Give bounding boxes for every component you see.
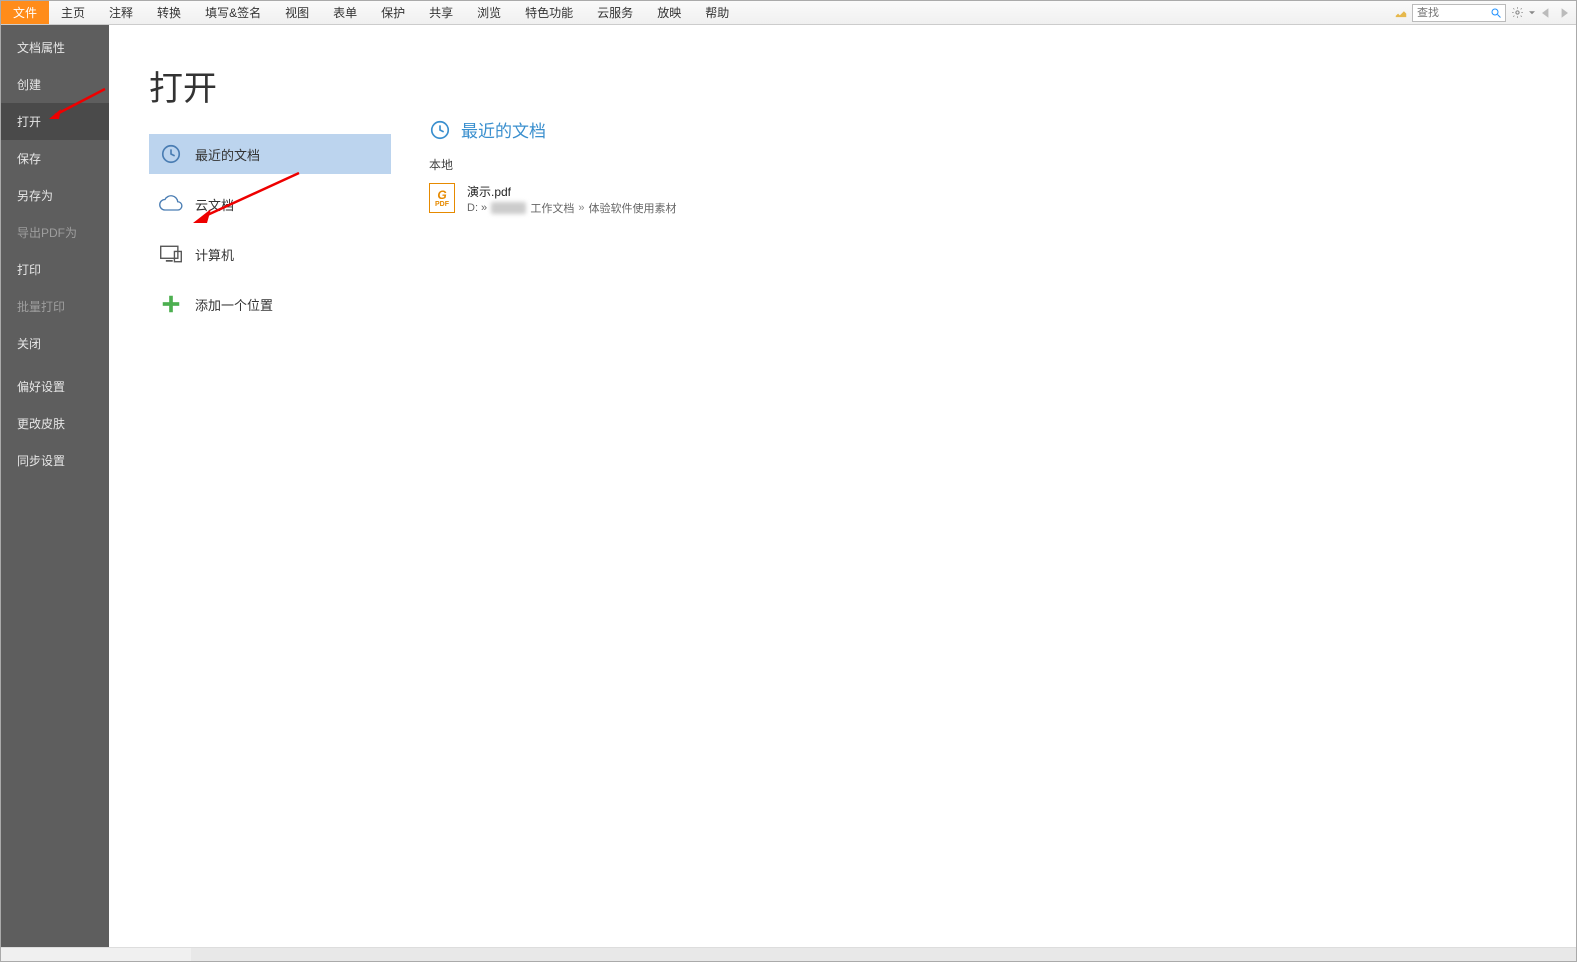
sidebar-item-8[interactable]: 关闭 bbox=[1, 325, 109, 362]
menu-tab-7[interactable]: 保护 bbox=[369, 1, 417, 24]
highlight-icon[interactable] bbox=[1392, 4, 1410, 22]
menu-tab-10[interactable]: 特色功能 bbox=[513, 1, 585, 24]
file-text: 演示.pdf D: » ████ 工作文档 » 体验软件使用素材 bbox=[467, 183, 677, 216]
location-label: 最近的文档 bbox=[195, 145, 260, 164]
menu-tab-6[interactable]: 表单 bbox=[321, 1, 369, 24]
recent-file-item[interactable]: GPDF 演示.pdf D: » ████ 工作文档 » 体验软件使用素材 bbox=[429, 179, 1536, 220]
sidebar-item-6[interactable]: 打印 bbox=[1, 251, 109, 288]
plus-icon bbox=[159, 292, 183, 316]
sidebar-item-3[interactable]: 保存 bbox=[1, 140, 109, 177]
menubar-spacer bbox=[741, 1, 1392, 24]
sidebar-item-7: 批量打印 bbox=[1, 288, 109, 325]
path-segment: D: » bbox=[467, 202, 487, 214]
search-box[interactable] bbox=[1412, 4, 1506, 22]
sidebar-item-4[interactable]: 另存为 bbox=[1, 177, 109, 214]
section-heading: 最近的文档 bbox=[429, 117, 1536, 142]
path-segment: 体验软件使用素材 bbox=[589, 200, 677, 216]
menu-tab-3[interactable]: 转换 bbox=[145, 1, 193, 24]
open-locations-panel: 打开 最近的文档 云文档 计算机 bbox=[109, 25, 399, 947]
nav-next-icon[interactable] bbox=[1556, 8, 1572, 18]
location-computer[interactable]: 计算机 bbox=[149, 234, 391, 274]
search-icon[interactable] bbox=[1487, 5, 1505, 21]
nav-prev-icon[interactable] bbox=[1538, 8, 1554, 18]
path-separator-icon: » bbox=[578, 202, 584, 214]
pdf-file-icon: GPDF bbox=[429, 183, 455, 213]
dropdown-icon[interactable] bbox=[1528, 4, 1536, 22]
file-name: 演示.pdf bbox=[467, 183, 677, 200]
location-label: 计算机 bbox=[195, 245, 234, 264]
sidebar-item-1[interactable]: 创建 bbox=[1, 66, 109, 103]
recent-documents-panel: 最近的文档 本地 GPDF 演示.pdf D: » ████ 工作文档 » 体验… bbox=[399, 25, 1576, 947]
sidebar-item-0[interactable]: 文档属性 bbox=[1, 29, 109, 66]
group-label: 本地 bbox=[429, 156, 1536, 173]
menubar: 文件主页注释转换填写&签名视图表单保护共享浏览特色功能云服务放映帮助 bbox=[1, 1, 1576, 25]
sidebar-item-11[interactable]: 同步设置 bbox=[1, 442, 109, 479]
menu-tab-4[interactable]: 填写&签名 bbox=[193, 1, 273, 24]
menu-tab-12[interactable]: 放映 bbox=[645, 1, 693, 24]
sidebar-item-9[interactable]: 偏好设置 bbox=[1, 368, 109, 405]
sidebar-item-10[interactable]: 更改皮肤 bbox=[1, 405, 109, 442]
sidebar-item-2[interactable]: 打开 bbox=[1, 103, 109, 140]
menu-tab-2[interactable]: 注释 bbox=[97, 1, 145, 24]
menu-tab-13[interactable]: 帮助 bbox=[693, 1, 741, 24]
horizontal-scrollbar[interactable] bbox=[1, 947, 1576, 961]
location-recent[interactable]: 最近的文档 bbox=[149, 134, 391, 174]
sidebar-item-5: 导出PDF为 bbox=[1, 214, 109, 251]
gear-icon[interactable] bbox=[1508, 4, 1526, 22]
location-label: 添加一个位置 bbox=[195, 295, 273, 314]
menu-tab-1[interactable]: 主页 bbox=[49, 1, 97, 24]
location-label: 云文档 bbox=[195, 195, 234, 214]
menu-tab-11[interactable]: 云服务 bbox=[585, 1, 645, 24]
path-blurred-segment: ████ bbox=[491, 202, 526, 214]
clock-icon bbox=[159, 142, 183, 166]
page-title: 打开 bbox=[149, 61, 391, 110]
search-input[interactable] bbox=[1413, 7, 1487, 19]
location-cloud[interactable]: 云文档 bbox=[149, 184, 391, 224]
menubar-right bbox=[1392, 1, 1576, 24]
menu-tab-0[interactable]: 文件 bbox=[1, 1, 49, 24]
section-title: 最近的文档 bbox=[461, 117, 546, 142]
computer-icon bbox=[159, 242, 183, 266]
cloud-icon bbox=[159, 192, 183, 216]
menu-tab-9[interactable]: 浏览 bbox=[465, 1, 513, 24]
menu-tab-5[interactable]: 视图 bbox=[273, 1, 321, 24]
clock-icon bbox=[429, 119, 451, 141]
location-add[interactable]: 添加一个位置 bbox=[149, 284, 391, 324]
file-path: D: » ████ 工作文档 » 体验软件使用素材 bbox=[467, 200, 677, 216]
menu-tab-8[interactable]: 共享 bbox=[417, 1, 465, 24]
path-segment: 工作文档 bbox=[530, 200, 574, 216]
file-sidebar: 文档属性创建打开保存另存为导出PDF为打印批量打印关闭偏好设置更改皮肤同步设置 bbox=[1, 25, 109, 947]
